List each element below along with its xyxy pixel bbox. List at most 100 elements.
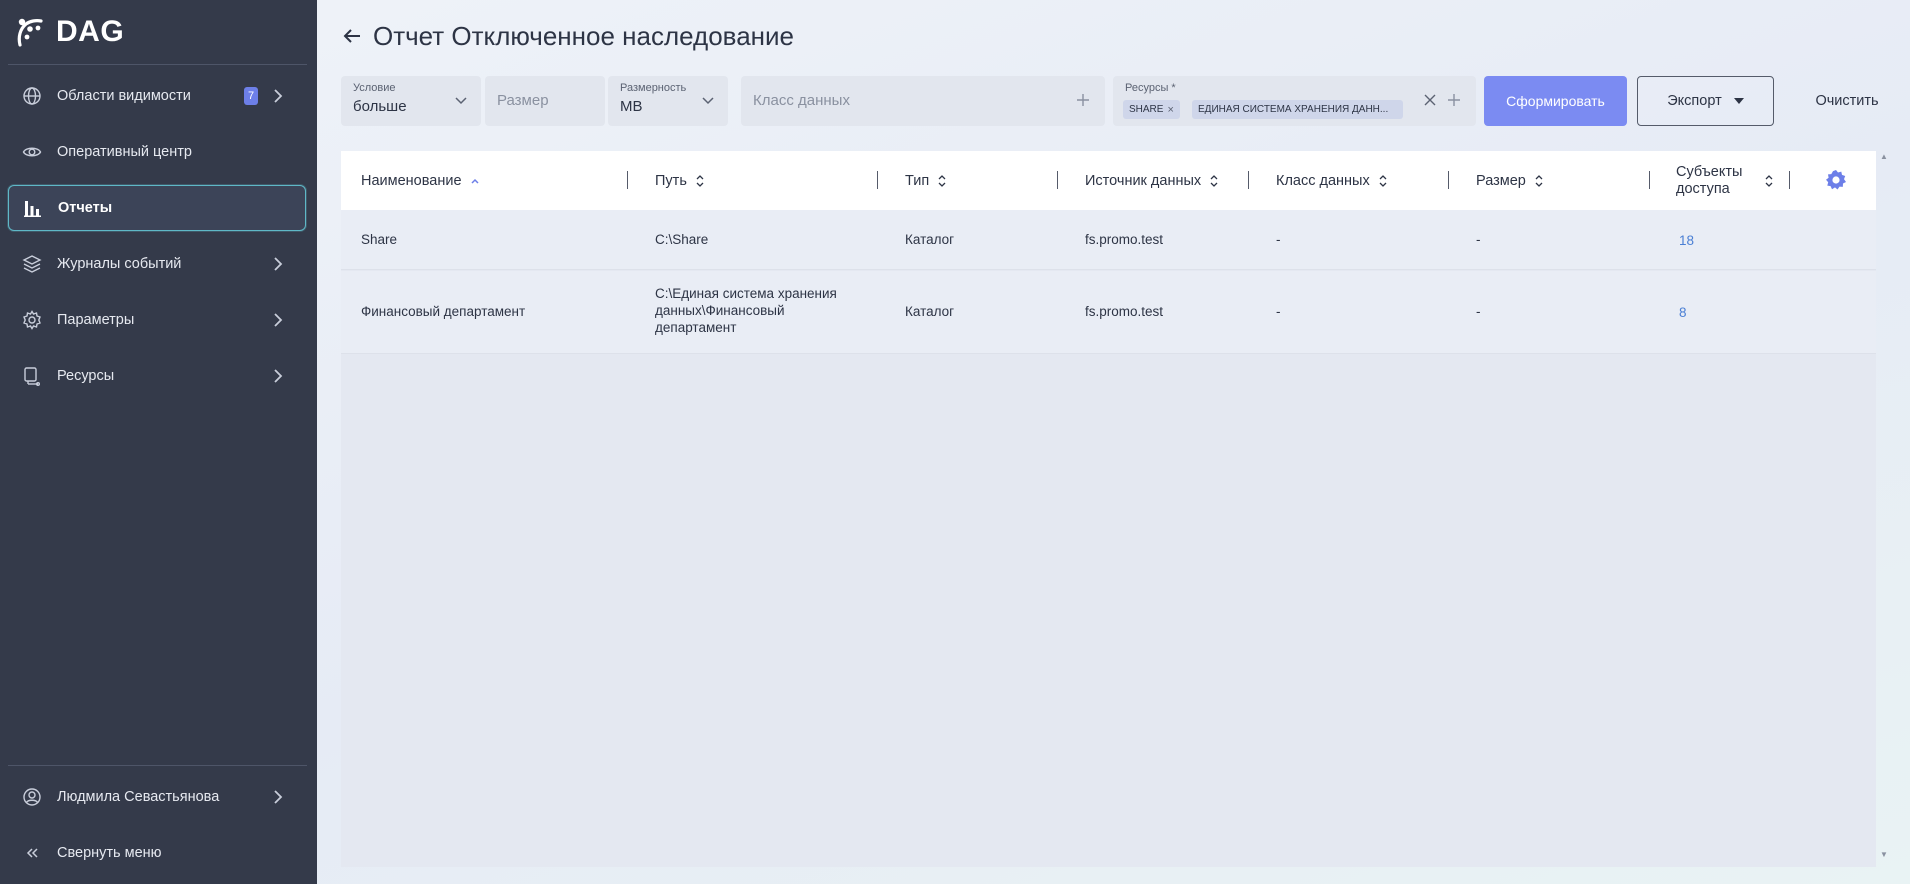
export-button[interactable]: Экспорт (1637, 76, 1774, 126)
plus-icon[interactable] (1075, 92, 1091, 108)
divider (8, 64, 307, 65)
condition-value: больше (353, 98, 407, 115)
user-name: Людмила Севастьянова (57, 789, 220, 805)
eye-icon (22, 142, 42, 162)
gear-icon (22, 310, 42, 330)
column-divider[interactable] (1057, 171, 1058, 189)
sidebar-item-visibility-areas[interactable]: Области видимости 7 (8, 73, 306, 119)
column-label: Размер (1476, 172, 1526, 189)
chip-close-icon[interactable]: × (1167, 104, 1173, 116)
chevron-right-icon (266, 84, 290, 108)
column-header-name[interactable]: Наименование (361, 151, 480, 210)
sidebar-item-resources[interactable]: Ресурсы (8, 353, 306, 399)
size-placeholder: Размер (497, 92, 549, 109)
column-divider[interactable] (1448, 171, 1449, 189)
cell-source: fs.promo.test (1085, 304, 1164, 319)
scroll-down-arrow-icon[interactable]: ▼ (1880, 850, 1888, 859)
clear-icon[interactable] (1423, 93, 1437, 107)
condition-select[interactable]: Условие больше (341, 76, 481, 126)
column-header-path[interactable]: Путь (655, 151, 705, 210)
column-label: Субъекты доступа (1676, 163, 1743, 197)
sidebar-item-label: Параметры (57, 312, 135, 328)
column-label: Источник данных (1085, 172, 1202, 189)
table-row[interactable]: Финансовый департамент C:\Единая система… (341, 271, 1876, 354)
sidebar-item-label: Области видимости (57, 88, 191, 104)
scroll-up-arrow-icon[interactable]: ▲ (1880, 152, 1888, 161)
cell-path-line: C:\Единая система хранения (655, 286, 837, 301)
column-header-type[interactable]: Тип (905, 151, 947, 210)
cell-name: Финансовый департамент (361, 304, 526, 319)
column-settings-gear-icon[interactable] (1825, 169, 1847, 191)
sidebar-item-event-logs[interactable]: Журналы событий (8, 241, 306, 287)
clear-button[interactable]: Очистить (1797, 76, 1897, 126)
sort-icon (1535, 174, 1543, 187)
cell-source: fs.promo.test (1085, 232, 1164, 247)
divider (8, 765, 307, 766)
chevron-down-icon (702, 97, 714, 105)
bar-chart-icon (23, 198, 43, 218)
column-divider[interactable] (1789, 171, 1790, 189)
cell-size: - (1476, 304, 1481, 319)
chevron-down-icon (455, 97, 467, 105)
column-divider[interactable] (1649, 171, 1650, 189)
sidebar-item-label: Отчеты (58, 200, 113, 216)
page-header: Отчет Отключенное наследование (341, 18, 794, 54)
sidebar-item-operations-center[interactable]: Оперативный центр (8, 129, 306, 175)
column-divider[interactable] (1248, 171, 1249, 189)
sidebar-item-parameters[interactable]: Параметры (8, 297, 306, 343)
resources-multiselect[interactable]: Ресурсы * SHARE × ЕДИНАЯ СИСТЕМА ХРАНЕНИЯ… (1113, 76, 1476, 126)
resources-label: Ресурсы * (1125, 82, 1176, 94)
cell-name: Share (361, 232, 398, 247)
column-header-data-class[interactable]: Класс данных (1276, 151, 1388, 210)
resource-chip[interactable]: ЕДИНАЯ СИСТЕМА ХРАНЕНИЯ ДАНН... (1192, 100, 1403, 119)
data-class-input[interactable]: Класс данных (741, 76, 1105, 126)
cell-data-class: - (1276, 232, 1281, 247)
sidebar-item-label: Оперативный центр (57, 144, 192, 160)
column-label: Класс данных (1276, 172, 1370, 189)
table-header: Наименование Путь Тип Источник данных Кл… (341, 151, 1876, 210)
column-header-size[interactable]: Размер (1476, 151, 1544, 210)
sort-asc-icon (471, 178, 479, 184)
column-divider[interactable] (877, 171, 878, 189)
cell-data-class: - (1276, 304, 1281, 319)
condition-label: Условие (353, 82, 396, 94)
resource-chip[interactable]: SHARE × (1123, 100, 1180, 119)
report-table: Наименование Путь Тип Источник данных Кл… (341, 151, 1876, 867)
chevron-right-icon (266, 364, 290, 388)
cell-subjects-link[interactable]: 18 (1679, 232, 1694, 249)
chevron-right-icon (266, 785, 290, 809)
sort-icon (696, 174, 704, 187)
logo[interactable]: DAG (14, 12, 124, 52)
sort-icon (938, 174, 946, 187)
user-menu[interactable]: Людмила Севастьянова (8, 774, 306, 820)
cell-path: C:\Единая система хранения данных\Финанс… (655, 285, 837, 336)
caret-down-icon (1733, 98, 1744, 104)
chevron-right-icon (266, 308, 290, 332)
unit-select[interactable]: Размерность MB (608, 76, 728, 126)
sort-icon (1210, 174, 1218, 187)
column-label: Наименование (361, 172, 462, 189)
unit-value: MB (620, 98, 643, 115)
column-label: Путь (655, 172, 687, 189)
cell-path-line: департамент (655, 320, 737, 335)
size-input[interactable]: Размер (485, 76, 605, 126)
collapse-menu-label: Свернуть меню (57, 845, 162, 861)
collapse-menu-button[interactable]: Свернуть меню (8, 830, 306, 876)
table-row[interactable]: Share C:\Share Каталог fs.promo.test - -… (341, 210, 1876, 270)
layers-icon (22, 254, 42, 274)
column-header-source[interactable]: Источник данных (1085, 151, 1219, 210)
column-label: Тип (905, 172, 930, 189)
back-arrow-icon[interactable] (341, 25, 363, 47)
column-header-subjects[interactable]: Субъекты доступа (1676, 151, 1786, 210)
cell-path-line: данных\Финансовый (655, 303, 785, 318)
cell-path: C:\Share (655, 232, 709, 247)
globe-icon (22, 86, 42, 106)
cell-type: Каталог (905, 304, 955, 319)
generate-button[interactable]: Сформировать (1484, 76, 1627, 126)
sidebar-item-reports[interactable]: Отчеты (8, 185, 306, 231)
export-label: Экспорт (1667, 93, 1722, 109)
plus-icon[interactable] (1446, 92, 1462, 108)
chip-label: ЕДИНАЯ СИСТЕМА ХРАНЕНИЯ ДАНН... (1198, 104, 1389, 115)
cell-subjects-link[interactable]: 8 (1679, 304, 1687, 321)
column-divider[interactable] (627, 171, 628, 189)
